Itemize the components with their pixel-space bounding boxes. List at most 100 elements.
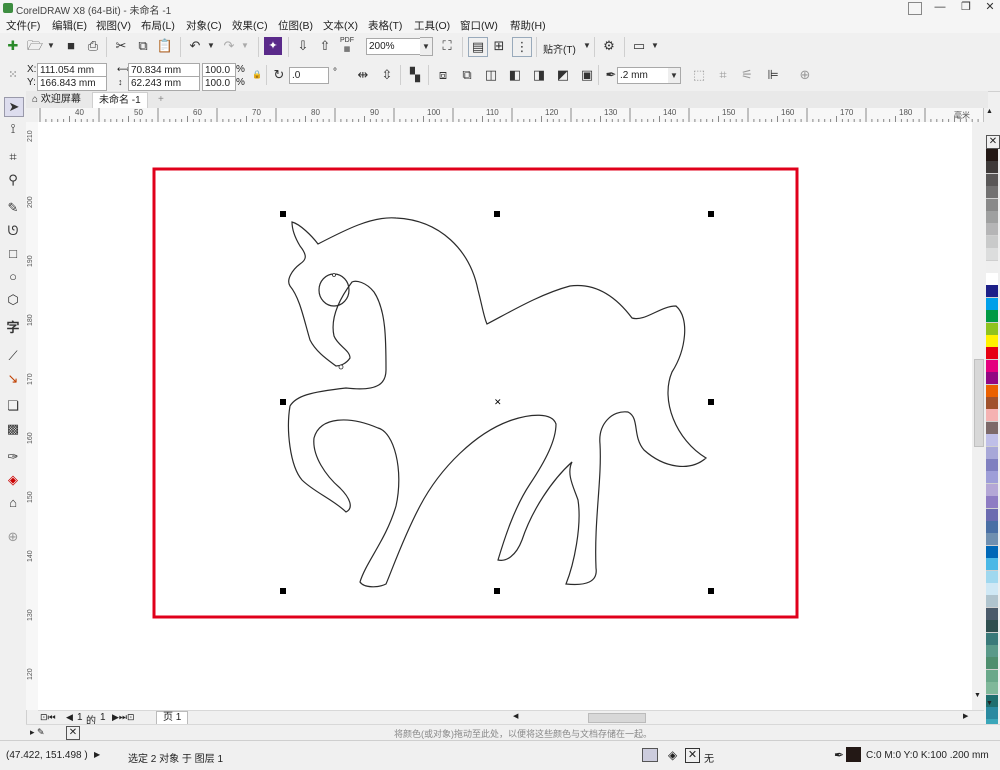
close-button[interactable]: ✕ bbox=[978, 0, 1000, 16]
wrap-text-icon[interactable]: ⌗ bbox=[714, 66, 732, 84]
ruler-origin[interactable] bbox=[26, 108, 38, 122]
smart-fill-icon[interactable]: ⌂ bbox=[4, 494, 22, 512]
new-document-icon[interactable]: ✚ bbox=[4, 37, 22, 55]
back-minus-front-icon[interactable]: ◩ bbox=[554, 66, 572, 84]
menu-tools[interactable]: 工具(O) bbox=[414, 18, 450, 33]
eyedropper-tool-icon[interactable]: ✑ bbox=[4, 448, 22, 466]
outline-color-swatch[interactable] bbox=[846, 747, 861, 762]
palette-swatch[interactable] bbox=[986, 397, 998, 410]
palette-swatch[interactable] bbox=[986, 595, 998, 609]
palette-swatch[interactable] bbox=[986, 248, 998, 262]
horizontal-scroll-thumb[interactable] bbox=[588, 713, 646, 723]
palette-up-icon[interactable]: ▲ bbox=[986, 108, 993, 115]
zoom-page-icon[interactable]: ⛶ bbox=[438, 37, 456, 55]
handle-bottom-center[interactable] bbox=[494, 588, 500, 594]
page-1-tab[interactable]: 页 1 bbox=[156, 711, 189, 725]
palette-swatch[interactable] bbox=[986, 669, 998, 683]
node-marker[interactable] bbox=[338, 364, 344, 370]
palette-swatch[interactable] bbox=[986, 223, 998, 237]
prev-page-icon[interactable]: ◀ bbox=[66, 712, 73, 723]
scroll-right-icon[interactable]: ▶ bbox=[963, 712, 968, 720]
scroll-left-icon[interactable]: ◀ bbox=[513, 712, 518, 720]
palette-swatch[interactable] bbox=[986, 186, 998, 200]
palette-swatch[interactable] bbox=[986, 235, 998, 249]
artistic-media-icon[interactable]: ᘎ bbox=[4, 222, 22, 240]
palette-swatch[interactable] bbox=[986, 521, 998, 534]
handle-middle-right[interactable] bbox=[708, 399, 714, 405]
palette-swatch[interactable] bbox=[986, 297, 998, 311]
redo-dropdown-icon[interactable]: ▼ bbox=[236, 37, 254, 55]
handle-top-center[interactable] bbox=[494, 211, 500, 217]
minimize-button[interactable]: — bbox=[928, 0, 952, 16]
menu-window[interactable]: 窗口(W) bbox=[460, 18, 498, 33]
palette-swatch[interactable] bbox=[986, 211, 998, 224]
menu-text[interactable]: 文本(X) bbox=[323, 18, 358, 33]
palette-swatch[interactable] bbox=[986, 372, 998, 386]
palette-swatch[interactable] bbox=[986, 632, 998, 646]
menu-effects[interactable]: 效果(C) bbox=[232, 18, 268, 33]
mirror-horizontal-icon[interactable]: ⇹ bbox=[354, 66, 372, 84]
handle-bottom-left[interactable] bbox=[280, 588, 286, 594]
copy-icon[interactable]: ⧉ bbox=[134, 37, 152, 55]
palette-down-icon[interactable]: ▼ bbox=[986, 700, 993, 707]
palette-swatch[interactable] bbox=[986, 558, 998, 572]
show-grid-icon[interactable]: ⋮ bbox=[512, 37, 532, 57]
lock-ratio-icon[interactable]: 🔒 bbox=[252, 70, 262, 79]
quick-trace-icon[interactable]: ⚟ bbox=[738, 66, 756, 84]
handle-bottom-right[interactable] bbox=[708, 588, 714, 594]
palette-swatch[interactable] bbox=[986, 409, 998, 423]
palette-swatch[interactable] bbox=[986, 607, 998, 621]
palette-swatch[interactable] bbox=[986, 173, 998, 187]
node-marker[interactable] bbox=[332, 273, 336, 277]
menu-layout[interactable]: 布局(L) bbox=[141, 18, 175, 33]
handle-middle-left[interactable] bbox=[280, 399, 286, 405]
palette-swatch[interactable] bbox=[986, 446, 998, 460]
pick-tool-icon[interactable]: ➤ bbox=[4, 97, 24, 117]
trim-icon[interactable]: ⧉ bbox=[458, 66, 476, 84]
undo-dropdown-icon[interactable]: ▼ bbox=[202, 37, 220, 55]
add-toolbar-icon[interactable]: ⊕ bbox=[796, 66, 814, 84]
no-color-swatch[interactable]: ✕ bbox=[986, 135, 1000, 149]
connector-tool-icon[interactable]: ↘ bbox=[4, 370, 22, 388]
tab-document[interactable]: 未命名 -1 bbox=[92, 92, 148, 108]
horizontal-ruler[interactable]: 40 50 60 70 80 90 100 110 120 130 140 15… bbox=[38, 108, 984, 123]
front-minus-back-icon[interactable]: ◨ bbox=[530, 66, 548, 84]
zoom-tool-icon[interactable]: ⚲ bbox=[4, 171, 22, 189]
launcher-dropdown-icon[interactable]: ▼ bbox=[646, 37, 664, 55]
next-page-icon[interactable]: ▶⏭⊡ bbox=[112, 712, 135, 723]
palette-swatch[interactable] bbox=[986, 459, 998, 472]
horse-eye[interactable] bbox=[318, 273, 350, 307]
first-page-icon[interactable]: ⊡⏮ bbox=[40, 712, 56, 723]
snap-to-menu[interactable]: 贴齐(T) bbox=[543, 41, 576, 56]
intersect-icon[interactable]: ◫ bbox=[482, 66, 500, 84]
drop-shadow-icon[interactable]: ❏ bbox=[4, 397, 22, 415]
color-proof-icon[interactable] bbox=[642, 748, 658, 762]
palette-options-icon[interactable]: ▸ ✎ bbox=[30, 727, 45, 738]
rectangle-tool-icon[interactable]: □ bbox=[4, 245, 22, 263]
palette-swatch[interactable] bbox=[986, 335, 998, 348]
fill-bucket-icon[interactable]: ◈ bbox=[668, 748, 677, 762]
menu-help[interactable]: 帮助(H) bbox=[510, 18, 546, 33]
publish-pdf-icon[interactable]: PDF ▦ bbox=[338, 36, 356, 54]
align-distribute-icon[interactable]: ⊫ bbox=[764, 66, 782, 84]
y-position-field[interactable]: 166.843 mm bbox=[37, 76, 107, 91]
freehand-tool-icon[interactable]: ✎ bbox=[4, 199, 22, 217]
print-icon[interactable]: ⎙ bbox=[84, 37, 102, 55]
menu-object[interactable]: 对象(C) bbox=[186, 18, 222, 33]
menu-table[interactable]: 表格(T) bbox=[368, 18, 402, 33]
palette-swatch[interactable] bbox=[986, 707, 998, 720]
vertical-scrollbar[interactable]: ▼ bbox=[972, 122, 984, 710]
palette-swatch[interactable] bbox=[986, 508, 998, 522]
palette-swatch[interactable] bbox=[986, 583, 998, 596]
tab-welcome[interactable]: ⌂ 欢迎屏幕 bbox=[26, 92, 87, 107]
text-tool-icon[interactable]: 字 bbox=[4, 319, 22, 337]
palette-swatch[interactable] bbox=[986, 471, 998, 485]
outline-width-dropdown-icon[interactable]: ▼ bbox=[668, 67, 681, 84]
simplify-icon[interactable]: ◧ bbox=[506, 66, 524, 84]
status-expand-icon[interactable]: ▶ bbox=[94, 750, 100, 759]
palette-swatch[interactable] bbox=[986, 682, 998, 696]
crop-tool-icon[interactable]: ⌗ bbox=[4, 148, 22, 166]
palette-swatch[interactable] bbox=[986, 657, 998, 671]
outline-pen-icon[interactable]: ✒ bbox=[834, 748, 844, 762]
vertical-scroll-thumb[interactable] bbox=[974, 359, 984, 447]
